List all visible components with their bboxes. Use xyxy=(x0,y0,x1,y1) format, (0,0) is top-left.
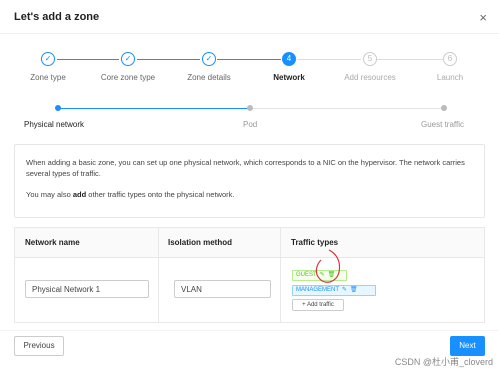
step-label: Zone type xyxy=(30,73,66,82)
info-paragraph: When adding a basic zone, you can set up… xyxy=(26,158,465,178)
footer-divider xyxy=(0,330,499,331)
watermark: CSDN @杜小甫_cloverd xyxy=(394,357,493,367)
step-label: Add resources xyxy=(344,73,396,82)
info-text: You may also xyxy=(26,190,73,199)
substep-label-guest-traffic: Guest traffic xyxy=(421,120,464,129)
close-icon[interactable]: × xyxy=(479,10,487,25)
step-add-resources: 5 Add resources xyxy=(325,52,415,82)
column-header-traffic-types: Traffic types xyxy=(291,238,339,247)
substep-label-physical-network: Physical network xyxy=(24,120,85,129)
substep-dot-physical-network xyxy=(55,105,61,111)
check-icon: ✓ xyxy=(41,52,55,66)
wizard-steps: ✓ Zone type ✓ Core zone type ✓ Zone deta… xyxy=(0,52,499,92)
substep-dot-guest-traffic xyxy=(441,105,447,111)
delete-icon[interactable]: 🗑 xyxy=(350,287,358,293)
step-label: Zone details xyxy=(187,73,231,82)
step-zone-details: ✓ Zone details xyxy=(164,52,254,82)
isolation-method-input[interactable]: VLAN xyxy=(174,280,271,298)
step-network: 4 Network xyxy=(244,52,334,82)
column-header-network-name: Network name xyxy=(25,238,80,247)
info-paragraph: You may also add other traffic types ont… xyxy=(26,189,473,200)
info-box: When adding a basic zone, you can set up… xyxy=(14,144,485,218)
network-table: Network name Isolation method Traffic ty… xyxy=(14,227,485,323)
substep-dot-pod xyxy=(247,105,253,111)
info-text: other traffic types onto the physical ne… xyxy=(86,190,235,199)
network-name-input[interactable]: Physical Network 1 xyxy=(25,280,149,298)
step-label: Network xyxy=(273,73,305,82)
check-icon: ✓ xyxy=(202,52,216,66)
add-traffic-button[interactable]: + Add traffic xyxy=(292,299,344,311)
substep-track-active xyxy=(58,108,249,109)
check-icon: ✓ xyxy=(121,52,135,66)
table-header: Network name Isolation method Traffic ty… xyxy=(15,228,484,258)
step-zone-type: ✓ Zone type xyxy=(3,52,93,82)
step-launch: 6 Launch xyxy=(405,52,495,82)
step-core-zone-type: ✓ Core zone type xyxy=(83,52,173,82)
step-number-icon: 4 xyxy=(282,52,296,66)
annotation-scribble xyxy=(315,249,341,283)
dialog-header: Let's add a zone × xyxy=(0,0,499,34)
step-number-icon: 6 xyxy=(443,52,457,66)
step-label: Core zone type xyxy=(100,73,156,82)
dialog-title: Let's add a zone xyxy=(14,11,100,23)
next-button[interactable]: Next xyxy=(450,336,485,356)
step-label: Launch xyxy=(436,73,464,82)
substep-label-pod: Pod xyxy=(243,120,258,129)
column-divider xyxy=(158,228,159,322)
previous-button[interactable]: Previous xyxy=(14,336,64,356)
column-header-isolation-method: Isolation method xyxy=(168,238,232,247)
step-number-icon: 5 xyxy=(363,52,377,66)
column-divider xyxy=(280,228,281,322)
info-bold-text: add xyxy=(72,190,87,199)
